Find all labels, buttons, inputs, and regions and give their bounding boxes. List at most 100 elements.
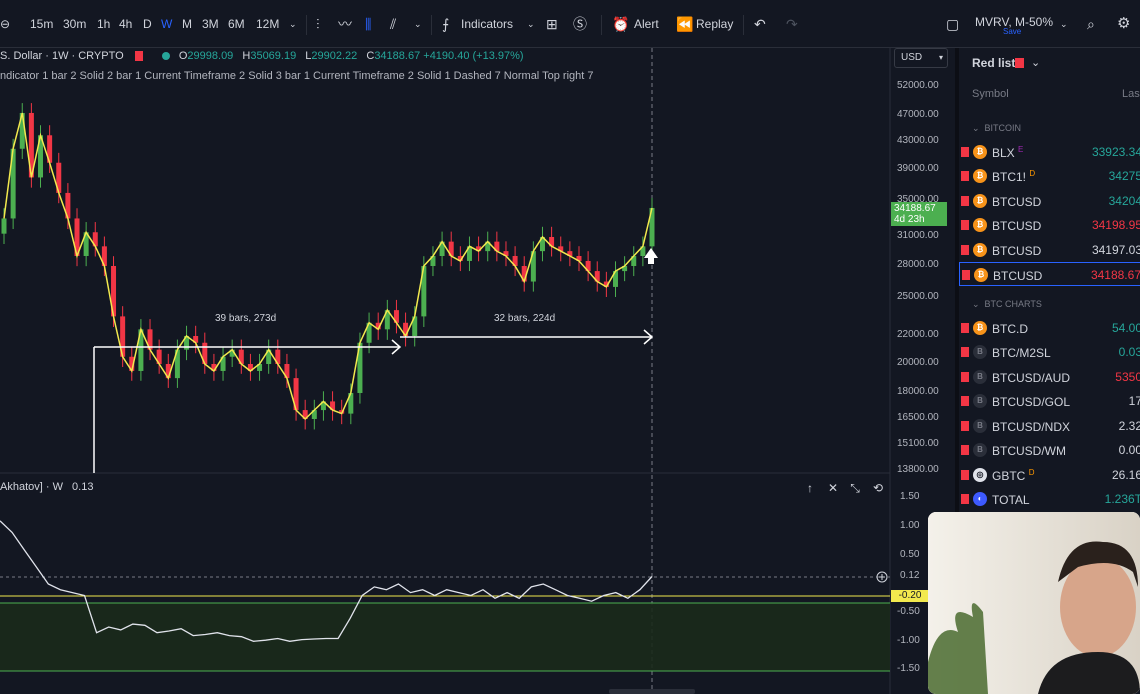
- candles-icon[interactable]: ⫼: [365, 0, 371, 48]
- interval-12m[interactable]: 12M: [256, 0, 279, 48]
- price-tick: 52000.00: [897, 80, 939, 91]
- red-flag-icon[interactable]: [962, 270, 970, 280]
- red-flag-icon[interactable]: [961, 347, 969, 357]
- interval-d[interactable]: D: [143, 0, 152, 48]
- red-flag-icon[interactable]: [961, 421, 969, 431]
- red-flag-icon[interactable]: [961, 171, 969, 181]
- watchlist-symbol-label: BTCUSD: [992, 219, 1042, 233]
- watchlist-row[interactable]: ◐ TOTAL 1.236T: [959, 487, 1140, 511]
- watchlist-row[interactable]: ₿ BTC.D 54.00: [959, 316, 1140, 340]
- indicators-dropdown-icon[interactable]: ⌄: [527, 0, 535, 48]
- col-last[interactable]: Last: [1122, 88, 1140, 100]
- interval-30m[interactable]: 30m: [63, 0, 86, 48]
- watchlist-symbol: TOTAL: [992, 492, 1030, 507]
- symbol-placeholder-icon: B: [973, 345, 987, 359]
- watchlist-row[interactable]: ₿ BTCUSD 34198.95: [959, 213, 1140, 237]
- chart-canvas[interactable]: [0, 48, 952, 694]
- red-flag-icon[interactable]: [961, 245, 969, 255]
- currency-select[interactable]: USD ▾: [894, 48, 948, 68]
- indicator-legend[interactable]: Akhatov] · W 0.13: [0, 481, 93, 493]
- interval-m[interactable]: M: [182, 0, 192, 48]
- watchlist-symbol-label: GBTC: [992, 469, 1026, 483]
- watchlist-symbol-label: BTCUSD: [992, 244, 1042, 258]
- symbol-search-icon[interactable]: ⊖: [0, 0, 10, 48]
- dollar-circle-icon[interactable]: Ⓢ: [573, 0, 587, 48]
- indicator-name[interactable]: Akhatov] · W: [0, 481, 63, 493]
- interval-1h[interactable]: 1h: [97, 0, 110, 48]
- interval-6m[interactable]: 6M: [228, 0, 245, 48]
- interval-dropdown-icon[interactable]: ⌄: [289, 0, 297, 48]
- settings-gear-icon[interactable]: ⚙: [1117, 0, 1130, 48]
- watchlist-last-price: 0.00: [1118, 443, 1140, 457]
- quick-search-icon[interactable]: ⌕: [1087, 0, 1095, 48]
- alert-button[interactable]: Alert: [634, 0, 659, 48]
- watchlist-last-price: 0.03: [1118, 345, 1140, 359]
- interval-4h[interactable]: 4h: [119, 0, 132, 48]
- red-flag-icon[interactable]: [961, 372, 969, 382]
- watchlist-row[interactable]: B BTCUSD/GOL 17: [959, 389, 1140, 413]
- interval-w[interactable]: W: [161, 0, 172, 48]
- layout-name[interactable]: MVRV, M-50%: [975, 0, 1053, 48]
- hollow-candles-icon[interactable]: ⫽: [390, 0, 396, 48]
- line-chart-icon[interactable]: 〰: [338, 0, 352, 48]
- indicator-value: 0.13: [72, 481, 94, 493]
- interval-3m[interactable]: 3M: [202, 0, 219, 48]
- toolbar-divider: [431, 15, 432, 35]
- alarm-clock-icon[interactable]: ⏰: [612, 0, 629, 48]
- col-symbol[interactable]: Symbol: [972, 88, 1009, 100]
- replay-icon[interactable]: ⏪: [676, 0, 693, 48]
- section-bitcoin[interactable]: ⌄ BITCOIN: [972, 123, 1021, 134]
- grayscale-icon: ◎: [973, 468, 987, 482]
- price-tick: 22000.00: [897, 329, 939, 340]
- watchlist-symbol: BTC/M2SL: [992, 345, 1051, 360]
- watchlist-row[interactable]: ₿ BTCUSD 34204: [959, 189, 1140, 213]
- watchlist-row[interactable]: B BTC/M2SL 0.03: [959, 340, 1140, 364]
- indicators-icon[interactable]: ⨍: [442, 0, 449, 48]
- replay-button[interactable]: Replay: [696, 0, 733, 48]
- watchlist-symbol: BTCUSD: [992, 218, 1041, 233]
- watchlist-row[interactable]: ₿ BTC1! D 34275: [959, 164, 1140, 188]
- section-btc-charts[interactable]: ⌄ BTC CHARTS: [972, 299, 1042, 310]
- pane-close-icon[interactable]: ✕: [824, 479, 842, 497]
- red-flag-icon[interactable]: [961, 445, 969, 455]
- pane-up-arrow-icon[interactable]: ↑: [801, 479, 819, 497]
- red-flag-icon[interactable]: [961, 147, 969, 157]
- watchlist-row[interactable]: B BTCUSD/NDX 2.32: [959, 414, 1140, 438]
- red-flag-icon[interactable]: [961, 323, 969, 333]
- watchlist-symbol-label: BTC/M2SL: [992, 346, 1051, 360]
- watchlist-row[interactable]: B BTCUSD/AUD 5350: [959, 365, 1140, 389]
- watchlist-row[interactable]: ₿ BLX E 33923.34: [959, 140, 1140, 164]
- red-flag-icon[interactable]: [961, 470, 969, 480]
- watchlist-title[interactable]: Red list: [972, 56, 1015, 70]
- pane-collapse-icon[interactable]: ⤡: [846, 479, 864, 497]
- chart-type-dropdown-icon[interactable]: ⌄: [414, 0, 422, 48]
- watchlist-row[interactable]: ₿ BTCUSD 34197.03: [959, 238, 1140, 262]
- watchlist-row[interactable]: B BTCUSD/WM 0.00: [959, 438, 1140, 462]
- undo-icon[interactable]: ↶: [754, 0, 766, 48]
- watchlist-row[interactable]: ₿ BTCUSD 34188.67: [959, 262, 1140, 286]
- watchlist-symbol-label: BTCUSD/NDX: [992, 420, 1071, 434]
- red-flag-icon[interactable]: [134, 51, 143, 62]
- legend-symbol[interactable]: S. Dollar · 1W · CRYPTO: [0, 50, 124, 62]
- indicator-settings-text[interactable]: ndicator 1 bar 2 Solid 2 bar 1 Current T…: [0, 70, 593, 82]
- layout-save-status[interactable]: Save: [1003, 27, 1021, 36]
- indicators-button[interactable]: Indicators: [461, 0, 513, 48]
- pane-maximize-icon[interactable]: ⟲: [869, 479, 887, 497]
- interval-15m[interactable]: 15m: [30, 0, 53, 48]
- red-flag-icon[interactable]: [961, 494, 969, 504]
- bar-style-icon[interactable]: ⫶: [316, 0, 320, 48]
- red-flag-icon[interactable]: [961, 196, 969, 206]
- layout-dropdown-icon[interactable]: ⌄: [1060, 0, 1068, 48]
- templates-grid-icon[interactable]: ⊞: [546, 0, 558, 48]
- symbol-legend[interactable]: S. Dollar · 1W · CRYPTO O29998.09 H35069…: [0, 50, 524, 62]
- redo-icon[interactable]: ↷: [786, 0, 798, 48]
- price-tick: 13800.00: [897, 464, 939, 475]
- red-flag-icon[interactable]: [961, 396, 969, 406]
- red-flag-icon[interactable]: [961, 220, 969, 230]
- watchlist-row[interactable]: ◎ GBTC D 26.16: [959, 463, 1140, 487]
- watchlist-dropdown-icon[interactable]: ⌄: [1031, 56, 1040, 69]
- symbol-suffix: D: [1028, 468, 1035, 477]
- symbol-suffix: E: [1018, 145, 1024, 154]
- watchlist-symbol: GBTC D: [992, 468, 1034, 483]
- layout-square-icon[interactable]: ▢: [946, 0, 959, 48]
